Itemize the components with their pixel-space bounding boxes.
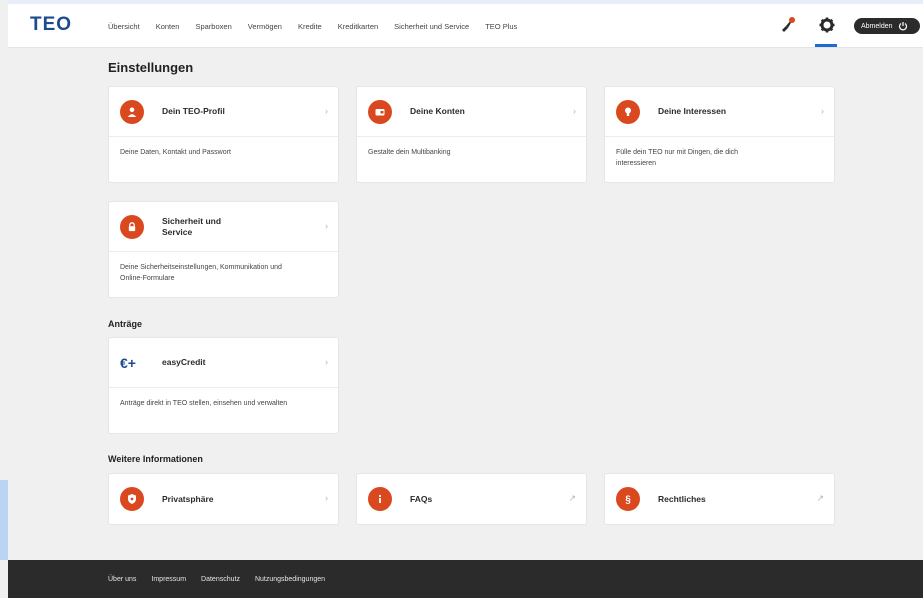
card-title: Deine Konten xyxy=(410,106,465,116)
footer-link-impressum[interactable]: Impressum xyxy=(151,576,186,583)
page-title: Einstellungen xyxy=(108,60,194,75)
nav-item-sparboxen[interactable]: Sparboxen xyxy=(195,22,231,31)
paragraph-icon: § xyxy=(616,487,640,511)
card-title: Rechtliches xyxy=(658,493,706,504)
card-easycredit[interactable]: €+ easyCredit › Anträge direkt in TEO st… xyxy=(108,337,339,434)
card-description: Fülle dein TEO nur mit Dingen, die dich … xyxy=(616,149,739,167)
nav-item-kreditkarten[interactable]: Kreditkarten xyxy=(338,22,378,31)
top-header: TEO Übersicht Konten Sparboxen Vermögen … xyxy=(8,4,923,48)
card-teo-profil[interactable]: Dein TEO-Profil › Deine Daten, Kontakt u… xyxy=(108,86,339,183)
card-header: Deine Konten › xyxy=(357,87,586,137)
logout-label: Abmelden xyxy=(861,22,893,30)
card-header: FAQs ↗ xyxy=(357,474,586,524)
card-description: Deine Daten, Kontakt und Passwort xyxy=(120,149,231,156)
card-title: FAQs xyxy=(410,493,433,504)
footer-link-ueber-uns[interactable]: Über uns xyxy=(108,576,136,583)
chevron-right-icon: › xyxy=(325,493,328,503)
nav-item-kredite[interactable]: Kredite xyxy=(298,22,322,31)
nav-item-konten[interactable]: Konten xyxy=(156,22,180,31)
card-sicherheit-service[interactable]: Sicherheit und Service › Deine Sicherhei… xyxy=(108,201,339,298)
shield-icon xyxy=(120,487,144,511)
card-description: Deine Sicherheitseinstellungen, Kommunik… xyxy=(120,264,282,282)
active-tab-indicator xyxy=(815,44,837,47)
card-description: Gestalte dein Multibanking xyxy=(368,149,451,156)
footer-link-datenschutz[interactable]: Datenschutz xyxy=(201,576,240,583)
section-title-antraege: Anträge xyxy=(108,319,143,329)
card-header: Sicherheit und Service › xyxy=(109,202,338,252)
card-title: Privatsphäre xyxy=(162,493,214,504)
card-header: § Rechtliches ↗ xyxy=(605,474,834,524)
card-header: Dein TEO-Profil › xyxy=(109,87,338,137)
chevron-right-icon: › xyxy=(325,221,328,231)
lightbulb-icon xyxy=(616,99,640,124)
svg-text:§: § xyxy=(625,495,631,506)
nav-item-uebersicht[interactable]: Übersicht xyxy=(108,22,140,31)
main-nav: Übersicht Konten Sparboxen Vermögen Kred… xyxy=(108,4,533,48)
card-deine-interessen[interactable]: Deine Interessen › Fülle dein TEO nur mi… xyxy=(604,86,835,183)
power-icon xyxy=(898,22,907,31)
logout-button[interactable]: Abmelden xyxy=(854,18,920,34)
easycredit-icon: €+ xyxy=(120,354,136,371)
page-footer: Über uns Impressum Datenschutz Nutzungsb… xyxy=(8,560,923,598)
chevron-right-icon: › xyxy=(821,106,824,116)
chevron-right-icon: › xyxy=(573,106,576,116)
window-frame-left xyxy=(0,0,8,598)
chevron-right-icon: › xyxy=(325,106,328,116)
card-deine-konten[interactable]: Deine Konten › Gestalte dein Multibankin… xyxy=(356,86,587,183)
card-header: Privatsphäre › xyxy=(109,474,338,524)
footer-link-nutzungsbedingungen[interactable]: Nutzungsbedingungen xyxy=(255,576,325,583)
rocket-icon[interactable] xyxy=(778,16,796,34)
nav-item-teo-plus[interactable]: TEO Plus xyxy=(485,22,517,31)
nav-item-sicherheit[interactable]: Sicherheit und Service xyxy=(394,22,469,31)
card-privatsphaere[interactable]: Privatsphäre › xyxy=(108,473,339,525)
nav-item-vermoegen[interactable]: Vermögen xyxy=(248,22,282,31)
card-title: Dein TEO-Profil xyxy=(162,106,225,116)
external-link-icon: ↗ xyxy=(568,493,576,503)
card-header: €+ easyCredit › xyxy=(109,338,338,388)
card-faqs[interactable]: FAQs ↗ xyxy=(356,473,587,525)
person-icon xyxy=(120,99,144,124)
card-description: Anträge direkt in TEO stellen, einsehen … xyxy=(120,400,288,407)
chevron-right-icon: › xyxy=(325,357,328,367)
card-title: Sicherheit und Service xyxy=(162,215,222,237)
external-link-icon: ↗ xyxy=(816,493,824,503)
card-rechtliches[interactable]: § Rechtliches ↗ xyxy=(604,473,835,525)
gear-icon[interactable] xyxy=(818,16,836,34)
card-header: Deine Interessen › xyxy=(605,87,834,137)
teo-logo[interactable]: TEO xyxy=(30,14,72,36)
frame-accent xyxy=(0,480,8,560)
section-title-weitere: Weitere Informationen xyxy=(108,454,203,464)
wallet-icon xyxy=(368,99,392,124)
card-title: easyCredit xyxy=(162,357,206,367)
lock-icon xyxy=(120,214,144,239)
card-title: Deine Interessen xyxy=(658,106,727,116)
info-icon xyxy=(368,487,392,511)
